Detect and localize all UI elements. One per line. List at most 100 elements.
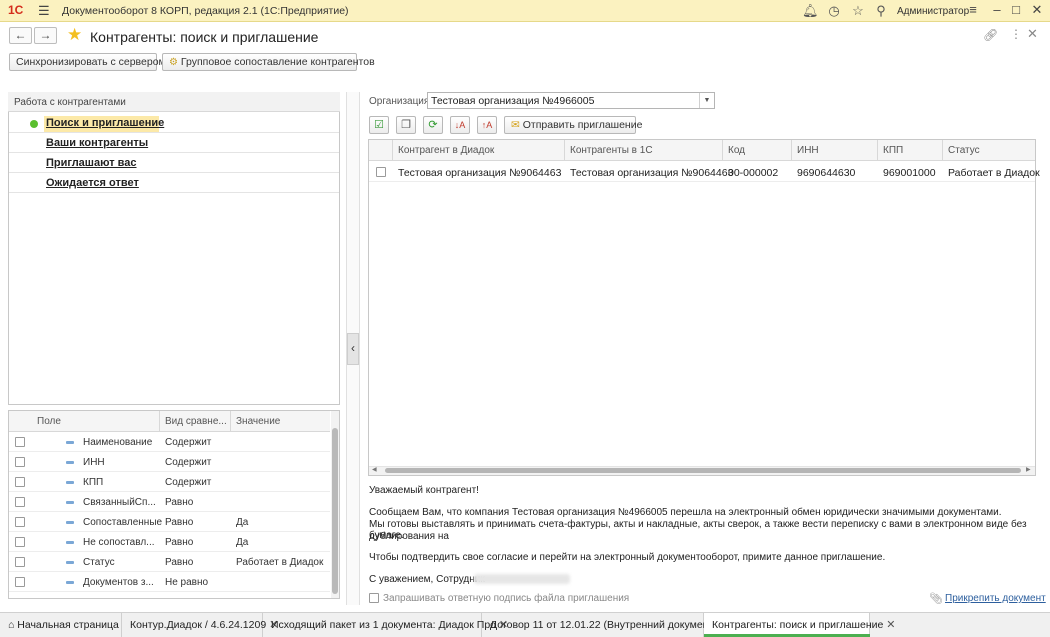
- cell-status[interactable]: Работает в Диадок: [948, 167, 1040, 179]
- col-status[interactable]: Статус: [948, 145, 980, 156]
- col-1c-contractor[interactable]: Контрагенты в 1С: [570, 145, 653, 156]
- filter-field[interactable]: Не сопоставл...: [83, 537, 155, 548]
- filter-field[interactable]: Статус: [83, 557, 115, 568]
- filter-compare[interactable]: Содержит: [165, 437, 211, 448]
- tab-diadoc[interactable]: Контур.Диадок / 4.6.24.1209 ✕: [122, 613, 278, 637]
- filter-compare[interactable]: Равно: [165, 517, 193, 528]
- close-form-icon[interactable]: ✕: [1027, 26, 1038, 42]
- filter-field[interactable]: СвязанныйСп...: [83, 497, 156, 508]
- filter-row-checkbox[interactable]: [15, 437, 25, 447]
- scroll-right-icon[interactable]: ▶: [1026, 466, 1031, 473]
- favorites-star-icon[interactable]: ☆: [850, 3, 866, 19]
- filter-compare[interactable]: Не равно: [165, 577, 208, 588]
- sync-server-button[interactable]: Синхронизировать с сервером: [9, 53, 166, 71]
- filter-row-checkbox[interactable]: [15, 557, 25, 567]
- link-icon[interactable]: 🔗︎: [983, 28, 998, 42]
- filter-value[interactable]: Да: [236, 517, 248, 528]
- maximize-icon[interactable]: □: [1007, 2, 1025, 17]
- request-signature-label[interactable]: Запрашивать ответную подпись файла пригл…: [383, 593, 629, 604]
- bell-icon[interactable]: 🔔︎: [802, 3, 819, 19]
- table-scrollbar-thumb[interactable]: [385, 468, 1021, 473]
- column-divider: [877, 140, 878, 161]
- filter-field[interactable]: Сопоставленные: [83, 517, 162, 528]
- filter-field[interactable]: Документов з...: [83, 577, 154, 588]
- filter-compare[interactable]: Равно: [165, 537, 193, 548]
- sidebar-item-label[interactable]: Поиск и приглашение: [46, 117, 164, 129]
- filter-row-checkbox[interactable]: [15, 457, 25, 467]
- filter-col-compare[interactable]: Вид сравне...: [165, 416, 227, 427]
- forward-button[interactable]: →: [34, 27, 57, 44]
- filter-row-checkbox[interactable]: [15, 517, 25, 527]
- scroll-left-icon[interactable]: ◀: [372, 466, 377, 473]
- col-inn[interactable]: ИНН: [797, 145, 819, 156]
- message-line: Сообщаем Вам, что компания Тестовая орга…: [369, 507, 1002, 518]
- filter-value[interactable]: Работает в Диадок: [236, 557, 323, 568]
- group-match-icon: ⚙︎: [169, 57, 178, 68]
- cell-code[interactable]: 00-000002: [728, 167, 778, 179]
- refresh-button[interactable]: ⟳: [423, 116, 443, 134]
- filter-col-value[interactable]: Значение: [236, 416, 280, 427]
- copy-button[interactable]: ❐: [396, 116, 416, 134]
- send-invite-label: Отправить приглашение: [522, 119, 643, 131]
- favorite-star-icon[interactable]: ★: [67, 25, 82, 45]
- organization-value[interactable]: Тестовая организация №4966005: [431, 95, 594, 107]
- column-divider: [392, 140, 393, 161]
- send-invite-button[interactable]: ✉ Отправить приглашение: [504, 116, 642, 134]
- sort-asc-button[interactable]: ↓A: [450, 116, 470, 134]
- filter-scrollbar-thumb[interactable]: [332, 428, 338, 594]
- app-title: Документооборот 8 КОРП, редакция 2.1 (1С…: [62, 5, 349, 17]
- more-options-icon[interactable]: ⋮: [1010, 27, 1022, 41]
- history-icon[interactable]: ◷: [826, 3, 842, 19]
- dropdown-arrow-icon[interactable]: ▼: [699, 93, 714, 108]
- tab-label: Начальная страница: [17, 619, 119, 631]
- request-signature-checkbox[interactable]: [369, 593, 379, 603]
- filter-col-field[interactable]: Поле: [37, 416, 61, 427]
- filter-row-checkbox[interactable]: [15, 537, 25, 547]
- column-divider: [230, 411, 231, 432]
- filter-field[interactable]: Наименование: [83, 437, 152, 448]
- back-button[interactable]: ←: [9, 27, 32, 44]
- row-checkbox[interactable]: [376, 167, 386, 177]
- close-window-icon[interactable]: ✕: [1028, 2, 1046, 18]
- settings-icon[interactable]: ≡: [964, 2, 982, 17]
- column-divider: [791, 140, 792, 161]
- filter-compare[interactable]: Содержит: [165, 477, 211, 488]
- filter-compare[interactable]: Равно: [165, 497, 193, 508]
- filter-value[interactable]: Да: [236, 537, 248, 548]
- tab-contract[interactable]: Договор 11 от 12.01.22 (Внутренний докум…: [482, 613, 729, 637]
- col-code[interactable]: Код: [728, 145, 745, 156]
- col-kpp[interactable]: КПП: [883, 145, 903, 156]
- tab-label: Контур.Диадок / 4.6.24.1209: [130, 619, 267, 631]
- filter-field[interactable]: ИНН: [83, 457, 105, 468]
- main-menu-icon[interactable]: ☰: [38, 3, 50, 19]
- filter-compare[interactable]: Равно: [165, 557, 193, 568]
- cell-kpp[interactable]: 969001000: [883, 167, 936, 179]
- cell-inn[interactable]: 9690644630: [797, 167, 855, 179]
- minimize-icon[interactable]: –: [988, 2, 1006, 17]
- attach-document-link[interactable]: Прикрепить документ: [945, 593, 1046, 604]
- filter-compare[interactable]: Содержит: [165, 457, 211, 468]
- sidebar-item-label[interactable]: Ваши контрагенты: [46, 137, 148, 149]
- col-diadoc-contractor[interactable]: Контрагент в Диадок: [398, 145, 494, 156]
- collapse-panel-button[interactable]: ‹: [347, 333, 359, 365]
- close-tab-icon[interactable]: ✕: [886, 619, 895, 631]
- check-all-button[interactable]: ☑: [369, 116, 389, 134]
- cell-diadoc-contractor[interactable]: Тестовая организация №9064463: [398, 167, 561, 179]
- current-user[interactable]: Администратор: [897, 6, 969, 17]
- tab-home[interactable]: ⌂ Начальная страница: [0, 613, 122, 637]
- filter-row-checkbox[interactable]: [15, 497, 25, 507]
- group-match-button[interactable]: ⚙︎ Групповое сопоставление контрагентов: [162, 53, 375, 71]
- cell-1c-contractor[interactable]: Тестовая организация №9064463: [570, 167, 733, 179]
- sidebar-item-label[interactable]: Приглашают вас: [46, 157, 137, 169]
- sidebar-item-label[interactable]: Ожидается ответ: [46, 177, 139, 189]
- search-icon[interactable]: ⚲: [873, 3, 889, 19]
- filter-row-checkbox[interactable]: [15, 477, 25, 487]
- column-divider: [722, 140, 723, 161]
- sort-desc-button[interactable]: ↑A: [477, 116, 497, 134]
- employee-name-redacted: [474, 574, 570, 584]
- filter-row-checkbox[interactable]: [15, 577, 25, 587]
- filter-field[interactable]: КПП: [83, 477, 103, 488]
- arrow-right-icon: →: [39, 28, 52, 42]
- field-type-icon: [66, 581, 74, 584]
- tab-outgoing-package[interactable]: Исходящий пакет из 1 документа: Диадок П…: [263, 613, 508, 637]
